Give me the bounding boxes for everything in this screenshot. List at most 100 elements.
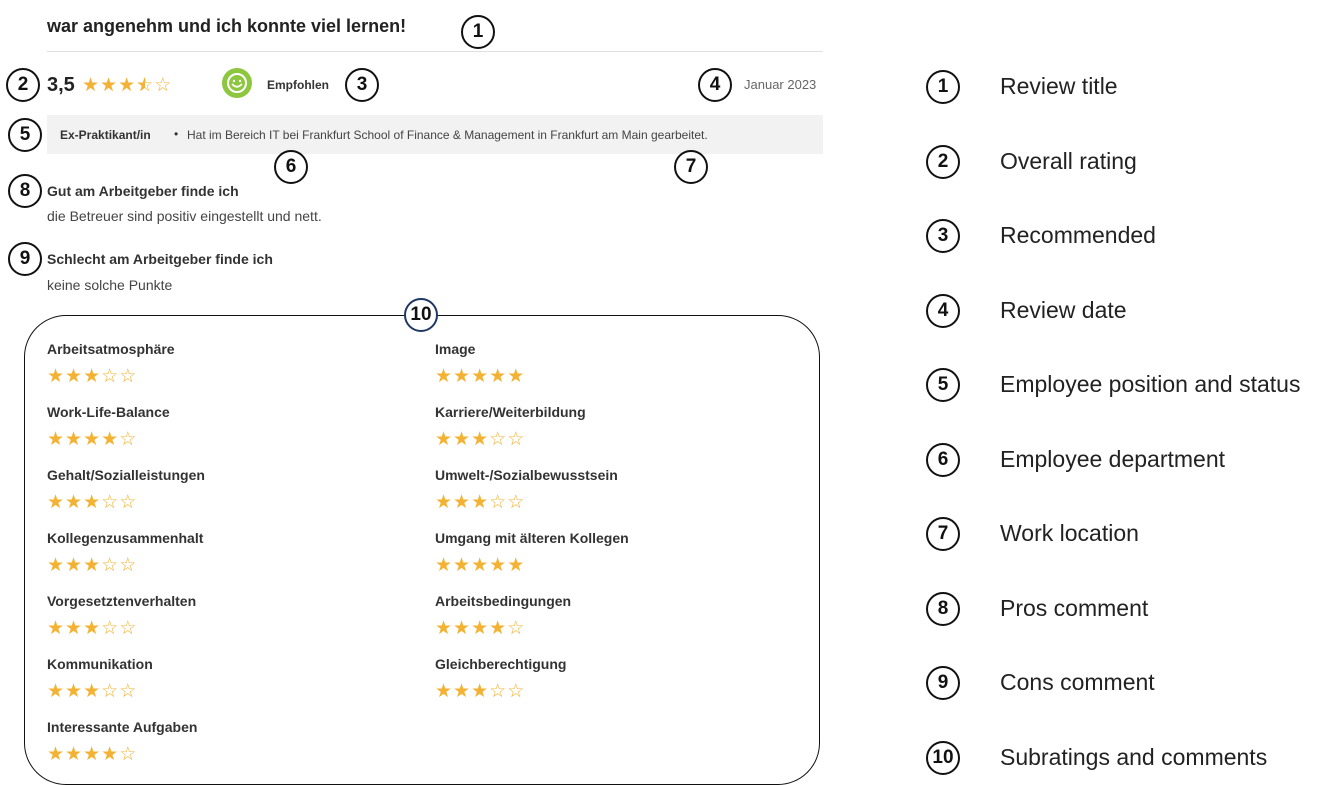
badge-3: 3 — [345, 68, 379, 102]
badge-9: 9 — [8, 242, 42, 276]
star-icon: ★ — [47, 744, 66, 765]
subrating-stars: ★★★☆☆ — [47, 680, 137, 703]
star-icon: ★ — [435, 681, 454, 702]
cons-heading: Schlecht am Arbeitgeber finde ich — [47, 251, 273, 267]
star-empty-icon: ☆ — [119, 429, 138, 450]
subrating-stars: ★★★☆☆ — [47, 554, 137, 577]
review-date: Januar 2023 — [744, 77, 817, 92]
star-icon: ★ — [101, 429, 120, 450]
star-icon: ★ — [489, 555, 508, 576]
legend-text: Overall rating — [1000, 148, 1137, 174]
recommended-label: Empfohlen — [267, 78, 329, 92]
legend-text: Cons comment — [1000, 669, 1155, 695]
subrating-label: Umgang mit älteren Kollegen — [435, 530, 629, 546]
badge-7: 7 — [674, 150, 708, 184]
overall-rating-value: 3,5 — [47, 74, 75, 96]
legend-text: Employee position and status — [1000, 371, 1301, 397]
star-icon: ★ — [435, 366, 454, 387]
star-empty-icon: ☆ — [101, 366, 120, 387]
title-divider — [47, 51, 823, 52]
star-icon: ★ — [83, 555, 102, 576]
overall-rating-stars: ★★★☆★☆ — [82, 74, 172, 97]
review-title: war angenehm und ich konnte viel lernen! — [47, 16, 407, 36]
subrating-label: Interessante Aufgaben — [47, 719, 198, 735]
subrating-stars: ★★★★★ — [435, 365, 525, 388]
star-icon: ★ — [47, 555, 66, 576]
subrating-label: Gleichberechtigung — [435, 656, 567, 672]
star-empty-icon: ☆ — [489, 429, 508, 450]
legend-badge-8: 8 — [926, 592, 960, 626]
legend-badge-5: 5 — [926, 368, 960, 402]
legend-text: Recommended — [1000, 222, 1156, 248]
legend-text: Review title — [1000, 73, 1118, 99]
subrating-stars: ★★★☆☆ — [47, 365, 137, 388]
subrating-stars: ★★★★★ — [435, 554, 525, 577]
star-icon: ★ — [65, 744, 84, 765]
star-empty-icon: ☆ — [101, 681, 120, 702]
star-empty-icon: ☆ — [154, 75, 173, 96]
star-empty-icon: ☆ — [507, 618, 526, 639]
subrating-label: Gehalt/Sozialleistungen — [47, 467, 205, 483]
badge-2: 2 — [6, 68, 40, 102]
star-empty-icon: ☆ — [101, 618, 120, 639]
legend-badge-3: 3 — [926, 219, 960, 253]
badge-10: 10 — [404, 298, 438, 332]
subrating-label: Karriere/Weiterbildung — [435, 404, 586, 420]
recommended-smiley-icon — [222, 68, 252, 98]
cons-comment: keine solche Punkte — [47, 277, 173, 293]
star-empty-icon: ☆ — [489, 492, 508, 513]
star-half-icon: ☆★ — [136, 75, 155, 96]
star-icon: ★ — [83, 618, 102, 639]
star-icon: ★ — [507, 366, 526, 387]
star-icon: ★ — [83, 429, 102, 450]
star-icon: ★ — [471, 618, 490, 639]
subrating-label: Kommunikation — [47, 656, 153, 672]
pros-comment: die Betreuer sind positiv eingestellt un… — [47, 208, 322, 224]
legend-text: Work location — [1000, 520, 1139, 546]
star-empty-icon: ☆ — [119, 681, 138, 702]
star-icon: ★ — [83, 366, 102, 387]
star-empty-icon: ☆ — [507, 492, 526, 513]
legend-badge-6: 6 — [926, 443, 960, 477]
star-icon: ★ — [65, 492, 84, 513]
star-icon: ★ — [507, 555, 526, 576]
star-icon: ★ — [435, 555, 454, 576]
star-empty-icon: ☆ — [119, 555, 138, 576]
star-icon: ★ — [47, 681, 66, 702]
star-icon: ★ — [101, 744, 120, 765]
star-icon: ★ — [453, 555, 472, 576]
subrating-label: Arbeitsbedingungen — [435, 593, 572, 609]
meta-separator: • — [174, 127, 179, 141]
star-empty-icon: ☆ — [507, 429, 526, 450]
star-icon: ★ — [65, 555, 84, 576]
subratings-frame — [24, 315, 820, 785]
star-icon: ★ — [435, 618, 454, 639]
star-icon: ★ — [453, 681, 472, 702]
badge-4: 4 — [698, 68, 732, 102]
legend-badge-2: 2 — [926, 145, 960, 179]
subrating-label: Kollegenzusammenhalt — [47, 530, 204, 546]
subrating-stars: ★★★★☆ — [435, 617, 525, 640]
star-icon: ★ — [435, 492, 454, 513]
subrating-stars: ★★★☆☆ — [47, 617, 137, 640]
star-icon: ★ — [47, 618, 66, 639]
star-icon: ★ — [435, 429, 454, 450]
star-icon: ★ — [453, 618, 472, 639]
star-icon: ★ — [471, 429, 490, 450]
star-icon: ★ — [47, 429, 66, 450]
star-icon: ★ — [471, 366, 490, 387]
star-icon: ★ — [47, 492, 66, 513]
legend-badge-9: 9 — [926, 666, 960, 700]
star-icon: ★ — [453, 492, 472, 513]
star-icon: ★ — [65, 429, 84, 450]
legend-badge-7: 7 — [926, 517, 960, 551]
star-empty-icon: ☆ — [119, 492, 138, 513]
subrating-stars: ★★★★☆ — [47, 743, 137, 766]
star-icon: ★ — [83, 681, 102, 702]
employee-position: Ex-Praktikant/in — [60, 128, 151, 142]
pros-heading: Gut am Arbeitgeber finde ich — [47, 183, 239, 199]
subrating-stars: ★★★☆☆ — [435, 491, 525, 514]
legend-badge-4: 4 — [926, 294, 960, 328]
subrating-stars: ★★★☆☆ — [435, 680, 525, 703]
badge-1: 1 — [461, 15, 495, 49]
